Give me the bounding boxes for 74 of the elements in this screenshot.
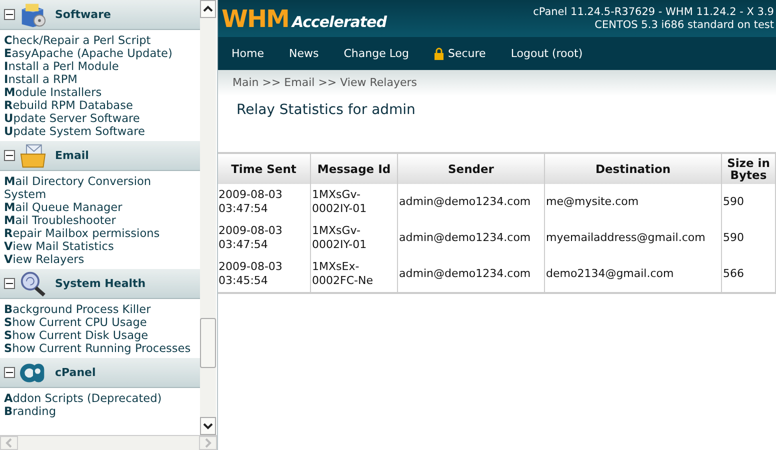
nav-link[interactable]: Logout (root) xyxy=(510,47,583,60)
section-title: Software xyxy=(55,8,111,21)
column-header: Destination xyxy=(544,153,722,184)
scroll-down-button[interactable] xyxy=(200,417,216,435)
sidebar-link[interactable]: Install a Perl Module xyxy=(4,60,196,73)
column-header: Time Sent xyxy=(218,153,310,184)
section-title: Email xyxy=(55,149,89,162)
collapse-icon[interactable] xyxy=(4,9,15,20)
table-cell: 590 xyxy=(722,220,776,256)
sidebar-link[interactable]: Rebuild RPM Database xyxy=(4,99,196,112)
caret-left-icon xyxy=(4,438,14,448)
sidebar-link[interactable]: Show Current Disk Usage xyxy=(4,329,196,342)
system-text: CENTOS 5.3 i686 standard on test xyxy=(594,18,774,32)
scroll-up-button[interactable] xyxy=(200,0,216,18)
table-cell: myemailaddress@gmail.com xyxy=(544,220,722,256)
table-cell: demo2134@gmail.com xyxy=(544,256,722,293)
logo-subtitle: Accelerated xyxy=(292,12,386,30)
magnifier-icon xyxy=(19,270,47,296)
collapse-icon[interactable] xyxy=(4,150,15,161)
sidebar-link[interactable]: Addon Scripts (Deprecated) xyxy=(4,392,196,405)
sidebar-link[interactable]: Module Installers xyxy=(4,86,196,99)
section-header[interactable]: Software xyxy=(0,0,200,30)
sidebar-link[interactable]: View Relayers xyxy=(4,253,196,266)
caret-up-icon xyxy=(203,4,213,14)
table-cell: 1MXsGv-0002IY-01 xyxy=(310,184,398,220)
table-cell: 1MXsGv-0002IY-01 xyxy=(310,220,398,256)
table-cell: 1MXsEx-0002FC-Ne xyxy=(310,256,398,293)
logo-text: WHM xyxy=(222,4,289,32)
lock-icon xyxy=(434,47,444,60)
table-cell: admin@demo1234.com xyxy=(398,184,544,220)
sidebar-link[interactable]: Background Process Killer xyxy=(4,303,196,316)
table-cell: 2009-08-03 03:47:54 xyxy=(218,184,310,220)
breadcrumb: Main >> Email >> View Relayers xyxy=(218,70,776,96)
table-cell: me@mysite.com xyxy=(544,184,722,220)
table-cell: admin@demo1234.com xyxy=(398,256,544,293)
version-text: cPanel 11.24.5-R37629 - WHM 11.24.2 - X 3.9 xyxy=(533,6,774,18)
table-cell: 566 xyxy=(722,256,776,293)
sidebar-link[interactable]: Branding xyxy=(4,405,196,418)
sidebar-link[interactable]: EasyApache (Apache Update) xyxy=(4,47,196,60)
section-header[interactable]: cPanel xyxy=(0,358,200,388)
column-header: Size in Bytes xyxy=(722,153,776,184)
table-cell: 2009-08-03 03:45:54 xyxy=(218,256,310,293)
sidebar-link[interactable]: View Mail Statistics xyxy=(4,240,196,253)
collapse-icon[interactable] xyxy=(4,367,15,378)
section-header[interactable]: System Health xyxy=(0,269,200,299)
sidebar-link[interactable]: Mail Queue Manager xyxy=(4,201,196,214)
collapse-icon[interactable] xyxy=(4,278,15,289)
nav-link[interactable]: News xyxy=(288,47,319,60)
sidebar-link[interactable]: Update System Software xyxy=(4,125,196,138)
table-cell: 590 xyxy=(722,184,776,220)
table-cell: admin@demo1234.com xyxy=(398,220,544,256)
nav-link[interactable]: Secure xyxy=(434,47,486,60)
section-title: System Health xyxy=(55,277,146,290)
section-header[interactable]: Email xyxy=(0,141,200,171)
column-header: Sender xyxy=(398,153,544,184)
sidebar-link[interactable]: Install a RPM xyxy=(4,73,196,86)
caret-down-icon xyxy=(203,421,213,431)
sidebar-link[interactable]: Update Server Software xyxy=(4,112,196,125)
sidebar-link[interactable]: Show Current Running Processes xyxy=(4,342,196,355)
sidebar-link[interactable]: Check/Repair a Perl Script xyxy=(4,34,196,47)
caret-right-icon xyxy=(202,438,212,448)
mail-tray-icon xyxy=(19,142,47,168)
section-title: cPanel xyxy=(55,366,96,379)
box-disc-icon xyxy=(19,2,47,28)
scroll-thumb[interactable] xyxy=(200,318,216,368)
sidebar-link[interactable]: Repair Mailbox permissions xyxy=(4,227,196,240)
sidebar-link[interactable]: Show Current CPU Usage xyxy=(4,316,196,329)
nav-link[interactable]: Home xyxy=(232,47,264,60)
sidebar-link[interactable]: Mail Troubleshooter xyxy=(4,214,196,227)
page-heading: Relay Statistics for admin xyxy=(236,101,416,120)
column-header: Message Id xyxy=(310,153,398,184)
table-cell: 2009-08-03 03:47:54 xyxy=(218,220,310,256)
nav-link[interactable]: Change Log xyxy=(344,47,409,60)
vertical-scrollbar[interactable] xyxy=(200,0,216,435)
